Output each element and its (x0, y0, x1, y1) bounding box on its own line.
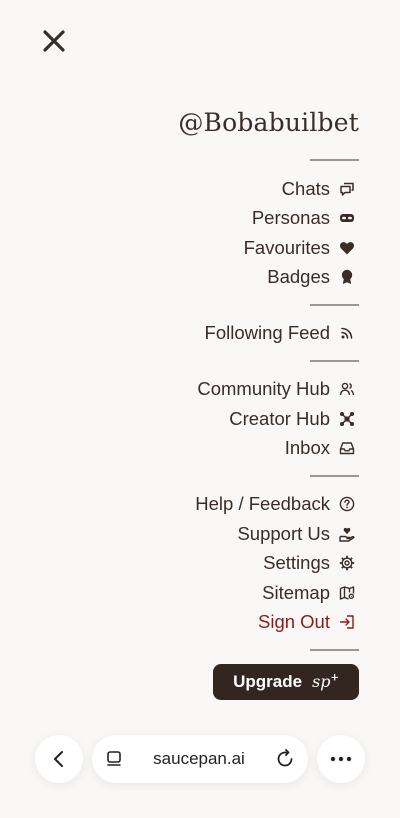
divider (310, 475, 359, 477)
mask-icon (340, 214, 354, 222)
menu-item-support-us[interactable]: Support Us (237, 520, 355, 548)
menu-item-label: Sitemap (262, 582, 330, 603)
menu-item-community-hub[interactable]: Community Hub (197, 375, 355, 403)
tabs-icon (107, 751, 121, 766)
help-icon (339, 496, 355, 512)
menu-item-favourites[interactable]: Favourites (244, 234, 355, 262)
sp-logo-plus: + (330, 672, 339, 684)
upgrade-button[interactable]: Upgrade sp+ (213, 664, 359, 700)
heart-icon (340, 242, 354, 255)
menu-item-label: Support Us (237, 523, 330, 544)
menu-item-label: Favourites (243, 237, 330, 258)
chevron-left-icon (54, 751, 63, 767)
menu-item-label: Settings (263, 552, 330, 573)
username: @Bobabuilbet (178, 108, 359, 137)
menu-item-settings[interactable]: Settings (263, 549, 355, 577)
ellipsis-icon (330, 756, 352, 762)
menu-item-help-feedback[interactable]: Help / Feedback (195, 490, 355, 518)
sp-logo-text: sp (312, 671, 331, 691)
menu-item-sign-out[interactable]: Sign Out (258, 608, 355, 636)
menu-item-label: Chats (281, 178, 330, 199)
menu-item-label: Community Hub (197, 378, 330, 399)
chat-bubbles-icon (340, 182, 354, 196)
address-bar[interactable]: saucepan.ai (92, 735, 308, 783)
divider (310, 304, 359, 306)
menu-item-sitemap[interactable]: Sitemap (262, 579, 355, 607)
menu-item-label: Sign Out (258, 611, 330, 632)
upgrade-label: Upgrade (233, 672, 303, 691)
rss-icon (341, 327, 353, 339)
back-button[interactable] (35, 735, 83, 783)
menu-item-inbox[interactable]: Inbox (285, 434, 355, 462)
saucepan-plus-logo: sp+ (312, 672, 339, 691)
map-icon (339, 586, 355, 600)
users-icon (339, 382, 355, 396)
gear-icon (339, 555, 355, 571)
inbox-icon (339, 442, 355, 455)
badge-icon (341, 269, 353, 284)
menu-item-label: Following Feed (204, 322, 330, 343)
reload-icon[interactable] (275, 749, 295, 769)
menu-item-label: Help / Feedback (195, 493, 330, 514)
hub-icon (340, 412, 354, 426)
hand-heart-icon (339, 527, 355, 542)
menu-item-label: Inbox (284, 437, 330, 458)
divider (310, 649, 359, 651)
browser-bottom-bar: saucepan.ai (0, 732, 400, 786)
menu-item-badges[interactable]: Badges (267, 263, 355, 291)
divider (310, 159, 359, 161)
menu-item-label: Badges (267, 266, 330, 287)
menu-item-label: Personas (251, 207, 330, 228)
close-icon (43, 30, 65, 52)
menu-item-label: Creator Hub (229, 408, 330, 429)
menu-item-chats[interactable]: Chats (282, 175, 355, 203)
menu-item-following-feed[interactable]: Following Feed (205, 319, 355, 347)
menu-item-personas[interactable]: Personas (252, 204, 355, 232)
more-button[interactable] (317, 735, 365, 783)
url-text: saucepan.ai (153, 749, 245, 768)
divider (310, 360, 359, 362)
sign-out-icon (339, 615, 354, 629)
menu-item-creator-hub[interactable]: Creator Hub (229, 405, 355, 433)
close-button[interactable] (40, 28, 68, 56)
